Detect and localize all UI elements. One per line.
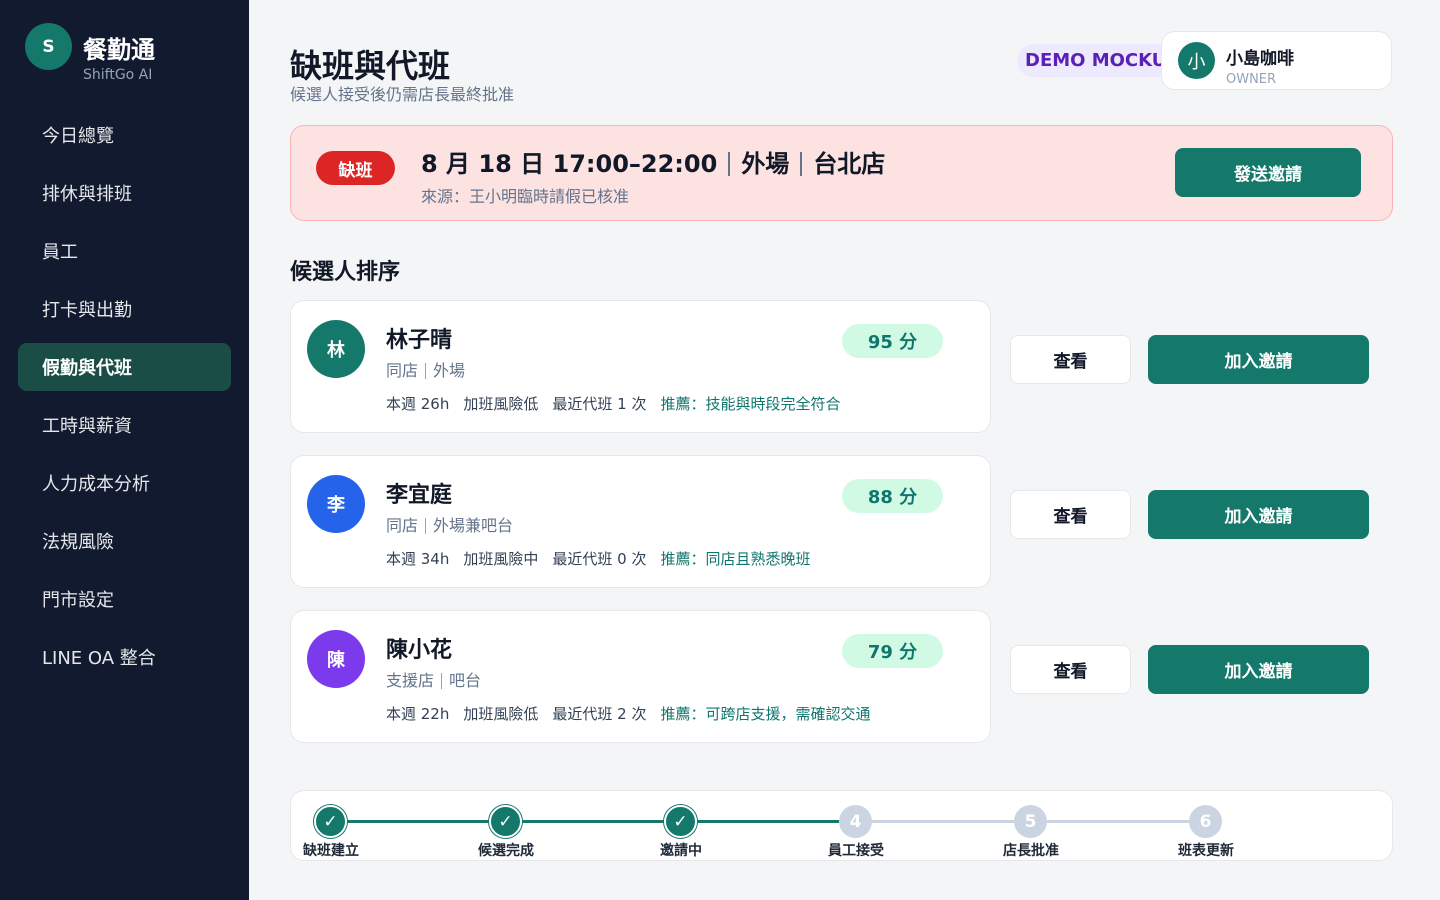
candidate-meta: 本週 22h 加班風險低 最近代班 2 次推薦：可跨店支援，需確認交通 <box>386 704 986 724</box>
candidate-role: 支援店 吧台 <box>386 670 481 692</box>
sidebar-item-labor-cost[interactable]: 人力成本分析 <box>18 459 231 507</box>
step-number: 6 <box>1189 805 1222 838</box>
recommend-reason: 推薦：同店且熟悉晚班 <box>660 550 811 568</box>
candidate-meta: 本週 26h 加班風險低 最近代班 1 次推薦：技能與時段完全符合 <box>386 394 986 414</box>
candidate-name: 陳小花 <box>386 638 453 663</box>
avatar: 陳 <box>307 630 365 688</box>
user-role: OWNER <box>1226 72 1277 87</box>
shift-store: 台北店 <box>813 150 886 178</box>
shift-datetime: 8 月 18 日 17:00–22:00 <box>421 150 718 178</box>
step-connector <box>347 820 489 823</box>
candidates-title: 候選人排序 <box>290 260 401 285</box>
shortage-alert: 缺班 8 月 18 日 17:00–22:00 外場 台北店 來源：王小明臨時請… <box>290 125 1393 221</box>
step-connector <box>1047 820 1189 823</box>
step-label: 班表更新 <box>1178 843 1234 859</box>
candidate-meta: 本週 34h 加班風險中 最近代班 0 次推薦：同店且熟悉晚班 <box>386 549 986 569</box>
candidate-card: 李 李宜庭 同店 外場兼吧台 本週 34h 加班風險中 最近代班 0 次推薦：同店且… <box>290 455 991 588</box>
candidate-card: 陳 陳小花 支援店 吧台 本週 22h 加班風險低 最近代班 2 次推薦：可跨店支援… <box>290 610 991 743</box>
app-name: 餐勤通 <box>83 36 155 64</box>
brand: S 餐勤通 ShiftGo AI <box>25 23 155 84</box>
step-label: 店長批准 <box>1003 843 1059 859</box>
sidebar-item-scheduling[interactable]: 排休與排班 <box>18 169 231 217</box>
score-badge: 95 分 <box>842 324 943 358</box>
add-invite-button[interactable]: 加入邀請 <box>1148 490 1369 539</box>
sidebar-item-hours-payroll[interactable]: 工時與薪資 <box>18 401 231 449</box>
step-connector <box>697 820 839 823</box>
candidate-position: 外場兼吧台 <box>433 516 514 535</box>
step-label: 邀請中 <box>660 843 702 859</box>
sidebar-item-store-settings[interactable]: 門市設定 <box>18 575 231 623</box>
page-title: 缺班與代班 <box>290 47 451 85</box>
step-label: 缺班建立 <box>303 843 359 859</box>
step-connector <box>872 820 1014 823</box>
score-badge: 88 分 <box>842 479 943 513</box>
progress-stepper: ✓ ✓ ✓ 4 5 6 缺班建立 候選完成 邀請中 員工接受 店長批准 班表更新 <box>290 790 1393 861</box>
brand-logo: S <box>25 23 72 70</box>
app-subtitle: ShiftGo AI <box>83 67 153 83</box>
shortage-source: 來源：王小明臨時請假已核准 <box>421 187 630 206</box>
candidate-card: 林 林子晴 同店 外場 本週 26h 加班風險低 最近代班 1 次推薦：技能與時段完… <box>290 300 991 433</box>
candidate-position: 外場 <box>433 361 466 380</box>
sidebar-nav: 今日總覽 排休與排班 員工 打卡與出勤 假勤與代班 工時與薪資 人力成本分析 法… <box>18 111 231 691</box>
sidebar-item-attendance[interactable]: 打卡與出勤 <box>18 285 231 333</box>
weekly-hours: 本週 22h <box>386 705 450 723</box>
recommend-reason: 推薦：可跨店支援，需確認交通 <box>660 705 871 723</box>
view-candidate-button[interactable]: 查看 <box>1010 335 1131 384</box>
overtime-risk: 加班風險低 <box>463 395 539 413</box>
divider <box>800 152 803 176</box>
overtime-risk: 加班風險低 <box>463 705 539 723</box>
step-check-icon: ✓ <box>489 805 522 838</box>
avatar: 小 <box>1178 42 1215 79</box>
avatar: 林 <box>307 320 365 378</box>
weekly-hours: 本週 26h <box>386 395 450 413</box>
step-check-icon: ✓ <box>314 805 347 838</box>
weekly-hours: 本週 34h <box>386 550 450 568</box>
sidebar: S 餐勤通 ShiftGo AI 今日總覽 排休與排班 員工 打卡與出勤 假勤與… <box>0 0 249 900</box>
shift-area: 外場 <box>741 150 790 178</box>
candidate-name: 李宜庭 <box>386 483 453 508</box>
candidate-store: 同店 <box>386 516 419 535</box>
candidate-role: 同店 外場 <box>386 360 465 382</box>
step-number: 4 <box>839 805 872 838</box>
sidebar-item-employees[interactable]: 員工 <box>18 227 231 275</box>
step-check-icon: ✓ <box>664 805 697 838</box>
candidate-name: 林子晴 <box>386 328 453 353</box>
step-label: 候選完成 <box>478 843 534 859</box>
user-menu[interactable]: 小 小島咖啡 OWNER <box>1161 31 1392 90</box>
view-candidate-button[interactable]: 查看 <box>1010 645 1131 694</box>
recent-cover: 最近代班 0 次 <box>552 550 647 568</box>
overtime-risk: 加班風險中 <box>463 550 539 568</box>
candidate-position: 吧台 <box>449 671 482 690</box>
divider <box>728 152 731 176</box>
step-number: 5 <box>1014 805 1047 838</box>
sidebar-item-compliance[interactable]: 法規風險 <box>18 517 231 565</box>
shift-summary: 8 月 18 日 17:00–22:00 外場 台北店 <box>421 148 885 180</box>
sidebar-item-leave-cover[interactable]: 假勤與代班 <box>18 343 231 391</box>
sidebar-item-overview[interactable]: 今日總覽 <box>18 111 231 159</box>
add-invite-button[interactable]: 加入邀請 <box>1148 335 1369 384</box>
page-subtitle: 候選人接受後仍需店長最終批准 <box>290 85 515 104</box>
candidate-store: 支援店 <box>386 671 435 690</box>
score-badge: 79 分 <box>842 634 943 668</box>
shortage-badge: 缺班 <box>316 151 395 185</box>
step-label: 員工接受 <box>828 843 884 859</box>
recent-cover: 最近代班 2 次 <box>552 705 647 723</box>
send-invite-button[interactable]: 發送邀請 <box>1175 148 1361 197</box>
user-name: 小島咖啡 <box>1226 49 1294 69</box>
divider <box>425 363 427 379</box>
step-connector <box>522 820 664 823</box>
add-invite-button[interactable]: 加入邀請 <box>1148 645 1369 694</box>
divider <box>425 518 427 534</box>
sidebar-item-line-oa[interactable]: LINE OA 整合 <box>18 633 231 681</box>
view-candidate-button[interactable]: 查看 <box>1010 490 1131 539</box>
candidate-store: 同店 <box>386 361 419 380</box>
recommend-reason: 推薦：技能與時段完全符合 <box>660 395 841 413</box>
recent-cover: 最近代班 1 次 <box>552 395 647 413</box>
candidate-role: 同店 外場兼吧台 <box>386 515 513 537</box>
avatar: 李 <box>307 475 365 533</box>
divider <box>441 673 443 689</box>
